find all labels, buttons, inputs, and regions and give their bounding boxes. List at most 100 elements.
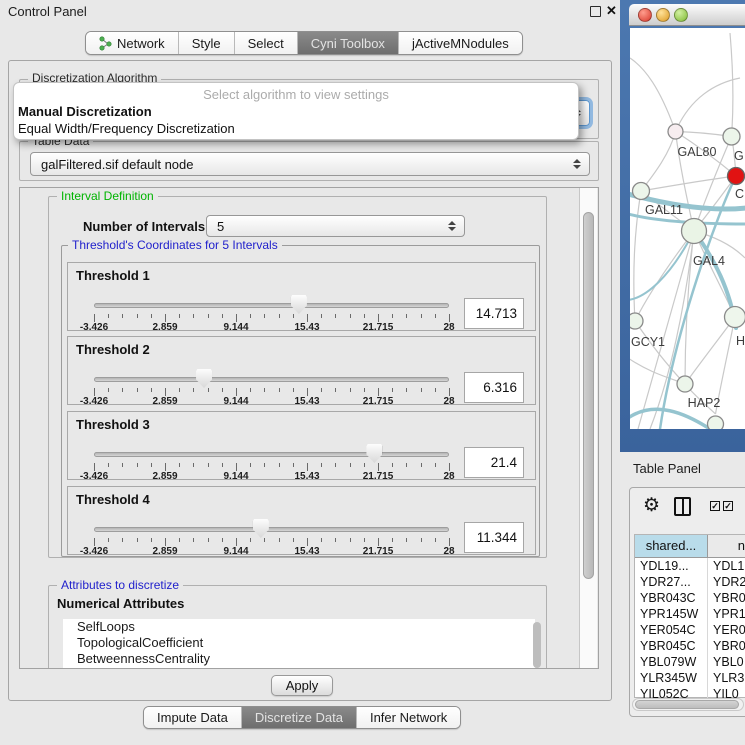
popup-item-manual-discretization[interactable]: Manual Discretization xyxy=(18,104,152,119)
apply-button[interactable]: Apply xyxy=(271,675,333,696)
slider-track[interactable] xyxy=(94,377,449,382)
checkbox-icon[interactable]: ✓ xyxy=(723,501,733,511)
slider-tick-labels: -3.4262.8599.14415.4321.71528 xyxy=(94,396,449,407)
slider-tick-labels: -3.4262.8599.14415.4321.71528 xyxy=(94,471,449,482)
attribute-item[interactable]: TopologicalCoefficient xyxy=(63,635,535,651)
popup-item-equal-width-frequency[interactable]: Equal Width/Frequency Discretization xyxy=(18,121,235,136)
minimize-traffic-light[interactable] xyxy=(656,8,670,22)
numerical-attributes-label: Numerical Attributes xyxy=(57,596,184,611)
node-g-partial[interactable] xyxy=(723,128,740,145)
numerical-attributes-list[interactable]: SelfLoopsTopologicalCoefficientBetweenne… xyxy=(63,619,535,669)
threshold-2-box: Threshold 2 -3.4262.8599.14415.4321.7152… xyxy=(67,336,536,405)
columns-icon[interactable] xyxy=(674,497,691,516)
table-data-combo[interactable]: galFiltered.sif default node xyxy=(30,152,590,176)
slider-thumb[interactable] xyxy=(196,369,212,388)
threshold-2-slider[interactable]: -3.4262.8599.14415.4321.71528 xyxy=(94,337,449,406)
threshold-1-box: Threshold 1 -3.4262.8599.14415.4321.7152… xyxy=(67,262,536,331)
threshold-1-value-field[interactable]: 14.713 xyxy=(464,298,524,329)
attribute-item[interactable]: SelfLoops xyxy=(63,619,535,635)
checkbox-icon[interactable]: ✓ xyxy=(710,501,720,511)
scrollbar-thumb[interactable] xyxy=(635,700,739,709)
node-bottom-partial[interactable] xyxy=(708,416,724,429)
control-panel-titlebar: Control Panel ✕ xyxy=(0,0,620,22)
slider-thumb[interactable] xyxy=(253,519,269,538)
slider-thumb[interactable] xyxy=(291,295,307,314)
tab-impute-data[interactable]: Impute Data xyxy=(144,707,242,728)
slider-track[interactable] xyxy=(94,303,449,308)
column-header-name[interactable]: na xyxy=(708,535,745,557)
attributes-group: Attributes to discretize Numerical Attri… xyxy=(48,585,547,669)
threshold-2-value-field[interactable]: 6.316 xyxy=(464,372,524,403)
table-row[interactable]: YPR145WYPR1 xyxy=(635,606,745,622)
bottom-tabstrip: Impute Data Discretize Data Infer Networ… xyxy=(143,706,461,729)
node-red-selected[interactable] xyxy=(728,168,745,185)
close-traffic-light[interactable] xyxy=(638,8,652,22)
tab-select[interactable]: Select xyxy=(235,32,298,54)
table-cell: YBR0 xyxy=(708,590,745,606)
table-cell: YBR0 xyxy=(708,638,745,654)
close-icon[interactable]: ✕ xyxy=(606,3,617,19)
table-panel-title: Table Panel xyxy=(633,461,701,476)
threshold-1-slider[interactable]: -3.4262.8599.14415.4321.71528 xyxy=(94,263,449,332)
table-row[interactable]: YER054CYER0 xyxy=(635,622,745,638)
table-row[interactable]: YLR345WYLR3 xyxy=(635,670,745,686)
settings-scroll-area: Interval Definition Number of Intervals … xyxy=(19,187,599,669)
table-cell: YLR3 xyxy=(708,670,745,686)
node-hap2[interactable] xyxy=(677,376,693,392)
network-canvas[interactable]: GAL80 G C GAL11 GAL4 GCY1 H HAP2 xyxy=(630,28,745,429)
tab-infer-network[interactable]: Infer Network xyxy=(357,707,460,728)
tab-cyni-toolbox[interactable]: Cyni Toolbox xyxy=(298,32,399,54)
tab-discretize-data[interactable]: Discretize Data xyxy=(242,707,357,728)
threshold-4-value-field[interactable]: 11.344 xyxy=(464,522,524,553)
threshold-3-value-field[interactable]: 21.4 xyxy=(464,447,524,478)
table-cell: YDL19... xyxy=(635,558,708,574)
float-window-icon[interactable] xyxy=(590,6,601,17)
zoom-traffic-light[interactable] xyxy=(674,8,688,22)
node-gal11[interactable] xyxy=(633,183,650,200)
table-row[interactable]: YBR043CYBR0 xyxy=(635,590,745,606)
threshold-4-slider[interactable]: -3.4262.8599.14415.4321.71528 xyxy=(94,487,449,556)
node-gal4[interactable] xyxy=(682,219,707,244)
horizontal-scrollbar[interactable] xyxy=(632,698,744,711)
threshold-3-slider[interactable]: -3.4262.8599.14415.4321.71528 xyxy=(94,412,449,481)
tab-jactivemnodules[interactable]: jActiveMNodules xyxy=(399,32,522,54)
table-cell: YBL0 xyxy=(708,654,745,670)
tab-jactivemnodules-label: jActiveMNodules xyxy=(412,36,509,51)
table-row[interactable]: YBL079WYBL0 xyxy=(635,654,745,670)
network-window: GAL80 G C GAL11 GAL4 GCY1 H HAP2 xyxy=(620,0,745,452)
scrollbar-thumb[interactable] xyxy=(583,212,594,579)
table-cell: YBL079W xyxy=(635,654,708,670)
label-gal11: GAL11 xyxy=(645,203,683,217)
table-cell: YDR27... xyxy=(635,574,708,590)
attribute-item[interactable]: BetweennessCentrality xyxy=(63,651,535,667)
slider-tick-labels: -3.4262.8599.14415.4321.71528 xyxy=(94,322,449,333)
column-header-shared-name[interactable]: shared... xyxy=(635,535,708,557)
table-data-selected: galFiltered.sif default node xyxy=(41,157,193,172)
gear-icon[interactable]: ⚙ xyxy=(643,494,660,517)
node-gcy1[interactable] xyxy=(630,313,643,329)
slider-track[interactable] xyxy=(94,452,449,457)
slider-thumb[interactable] xyxy=(366,444,382,463)
tab-network[interactable]: Network xyxy=(86,32,179,54)
scrollbar-thumb[interactable] xyxy=(533,622,541,668)
vertical-scrollbar[interactable] xyxy=(579,188,597,668)
table-row[interactable]: YDR27...YDR2 xyxy=(635,574,745,590)
table-row[interactable]: YBR045CYBR0 xyxy=(635,638,745,654)
number-of-intervals-combo[interactable]: 5 xyxy=(206,215,465,237)
network-window-titlebar[interactable] xyxy=(629,4,745,26)
tab-style[interactable]: Style xyxy=(179,32,235,54)
node-h-partial[interactable] xyxy=(725,307,745,328)
interval-definition-title: Interval Definition xyxy=(57,189,158,203)
node-gal80[interactable] xyxy=(668,124,683,139)
table-card: ⚙ ✓ ✓ shared... na YDL19...YDL1YDR27...Y… xyxy=(629,487,745,717)
combo-arrows-icon xyxy=(573,159,581,169)
tab-impute-data-label: Impute Data xyxy=(157,710,228,725)
table-cell: YDR2 xyxy=(708,574,745,590)
threshold-4-box: Threshold 4 -3.4262.8599.14415.4321.7152… xyxy=(67,486,536,555)
tab-cyni-toolbox-label: Cyni Toolbox xyxy=(311,36,385,51)
node-table: shared... na YDL19...YDL1YDR27...YDR2YBR… xyxy=(634,534,745,698)
thresholds-title: Threshold's Coordinates for 5 Intervals xyxy=(68,238,282,252)
slider-track[interactable] xyxy=(94,527,449,532)
table-row[interactable]: YDL19...YDL1 xyxy=(635,558,745,574)
tab-style-label: Style xyxy=(192,36,221,51)
